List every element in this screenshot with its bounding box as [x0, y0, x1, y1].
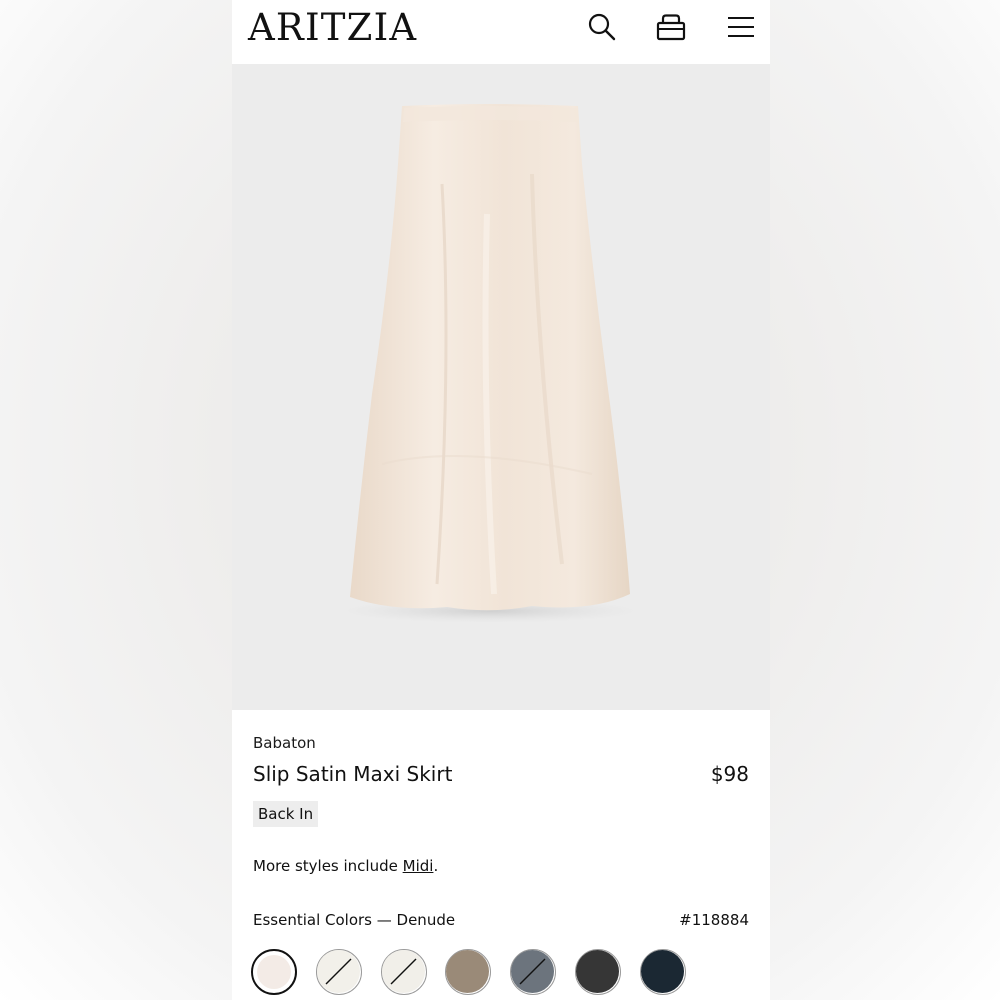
product-image[interactable] [232, 64, 770, 710]
color-swatches [251, 949, 751, 999]
product-price: $98 [710, 762, 749, 786]
swatch-color-fill [316, 950, 360, 993]
search-icon[interactable] [585, 10, 619, 44]
bag-icon[interactable] [654, 10, 688, 44]
colors-label: Essential Colors — Denude [253, 911, 456, 929]
color-swatch[interactable] [575, 949, 621, 995]
color-swatch[interactable] [445, 949, 492, 995]
color-swatch[interactable] [639, 949, 686, 995]
swatch-color-fill [640, 950, 684, 993]
midi-link[interactable]: Midi [403, 857, 434, 875]
color-swatch[interactable] [380, 949, 427, 995]
product-sku: #118884 [679, 911, 749, 929]
unavailable-slash-icon [390, 958, 417, 985]
unavailable-slash-icon [519, 958, 546, 985]
color-swatch[interactable] [315, 949, 362, 995]
swatch-color-fill [381, 950, 425, 993]
more-styles-suffix: . [433, 857, 439, 875]
product-brand[interactable]: Babaton [253, 734, 316, 752]
swatch-color-fill [511, 950, 555, 993]
aritzia-logo[interactable]: ARITZIA [248, 6, 417, 50]
back-in-badge: Back In [253, 801, 319, 827]
unavailable-slash-icon [325, 958, 352, 985]
swatch-color-fill [576, 950, 619, 993]
swatch-color-fill [257, 955, 291, 989]
skirt-image [340, 104, 640, 623]
swatch-color-fill [446, 950, 490, 993]
site-header: ARITZIA [232, 0, 770, 64]
more-styles-prefix: More styles include [253, 857, 403, 875]
color-swatch[interactable] [510, 949, 557, 995]
color-swatch[interactable] [251, 949, 297, 995]
menu-icon[interactable] [724, 10, 758, 44]
more-styles-text: More styles include Midi. [253, 857, 438, 875]
phone-screen: ARITZIA Babaton Slip Satin Maxi Skirt $9… [232, 0, 770, 1000]
product-name: Slip Satin Maxi Skirt [253, 762, 453, 786]
